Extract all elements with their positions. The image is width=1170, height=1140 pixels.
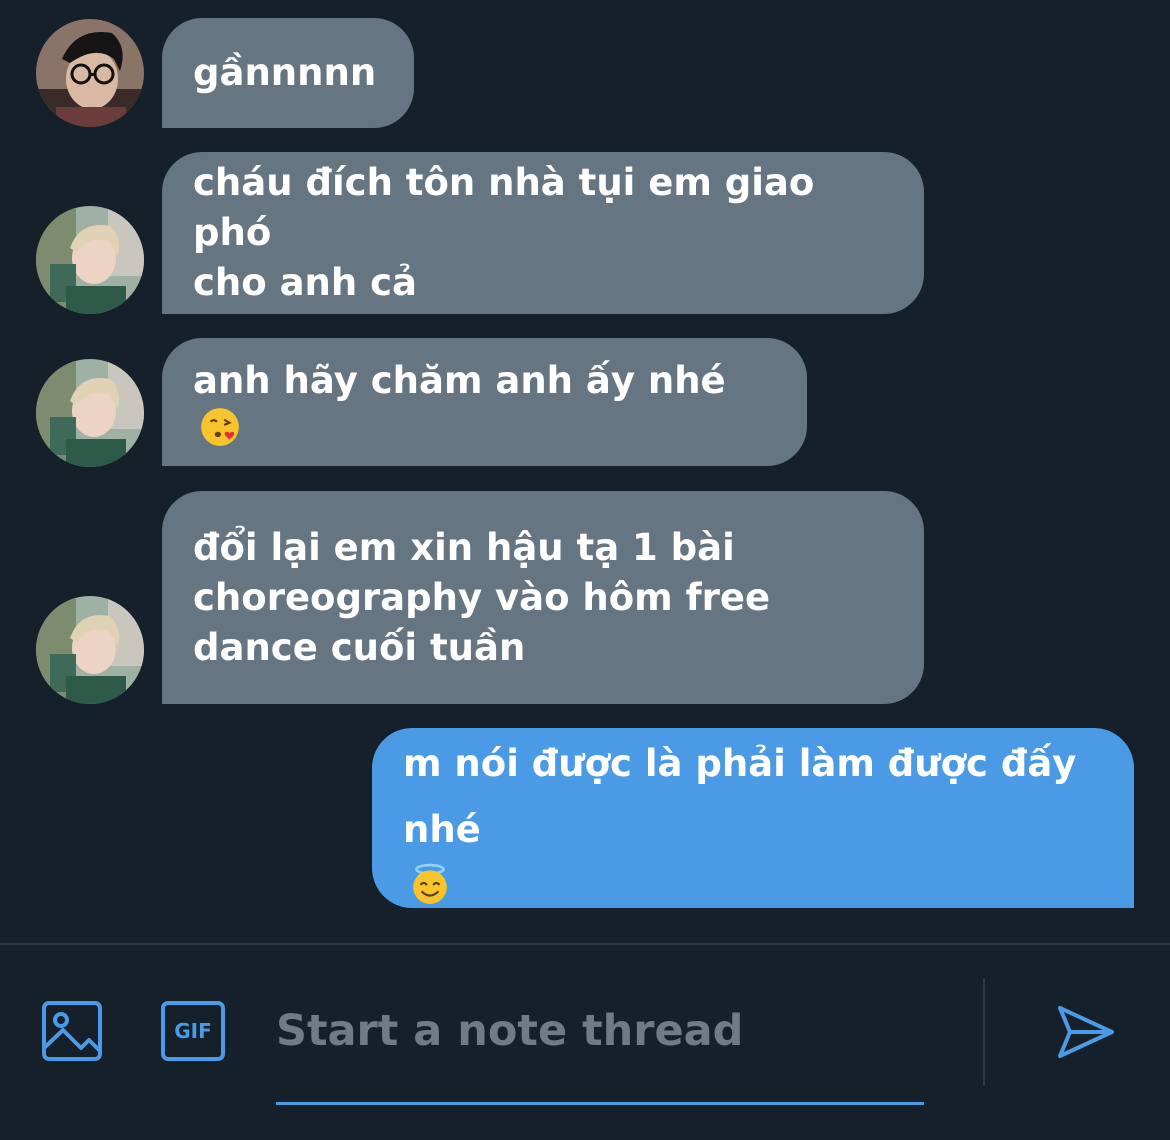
avatar[interactable] [36,19,144,127]
smiling-face-with-halo-icon [409,863,451,905]
message-text: cho anh cả [193,261,418,304]
message-text: đổi lại em xin hậu tạ 1 bài [193,525,735,569]
message-bubble-outgoing[interactable]: m nói được là phải làm được đấy nhé [372,728,1134,908]
message-bubble[interactable]: gầnnnnn [162,18,414,128]
message-bubble[interactable]: cháu đích tôn nhà tụi em giao phó cho an… [162,152,924,314]
message-text: nhé [403,797,1076,905]
send-icon[interactable] [1056,1004,1116,1060]
image-icon[interactable] [41,1000,103,1062]
composer-divider [0,943,1170,945]
avatar[interactable] [36,359,144,467]
message-bubble[interactable]: đổi lại em xin hậu tạ 1 bài choreography… [162,491,924,704]
message-text: cháu đích tôn nhà tụi em giao phó [193,161,815,254]
avatar[interactable] [36,596,144,704]
message-text: anh hãy chăm anh ấy nhé [193,356,726,448]
message-text: m nói được là phải làm được đấy [403,742,1077,785]
note-thread-input[interactable] [276,995,924,1105]
gif-label: GIF [174,1019,212,1043]
message-text: gầnnnnn [193,51,377,94]
avatar[interactable] [36,206,144,314]
message-text: dance cuối tuần [193,625,526,669]
message-bubble[interactable]: anh hãy chăm anh ấy nhé [162,338,807,466]
gif-button[interactable]: GIF [160,1000,226,1062]
message-text: choreography vào hôm free [193,575,771,619]
composer-separator [983,978,985,1086]
face-blowing-kiss-icon [199,406,241,448]
